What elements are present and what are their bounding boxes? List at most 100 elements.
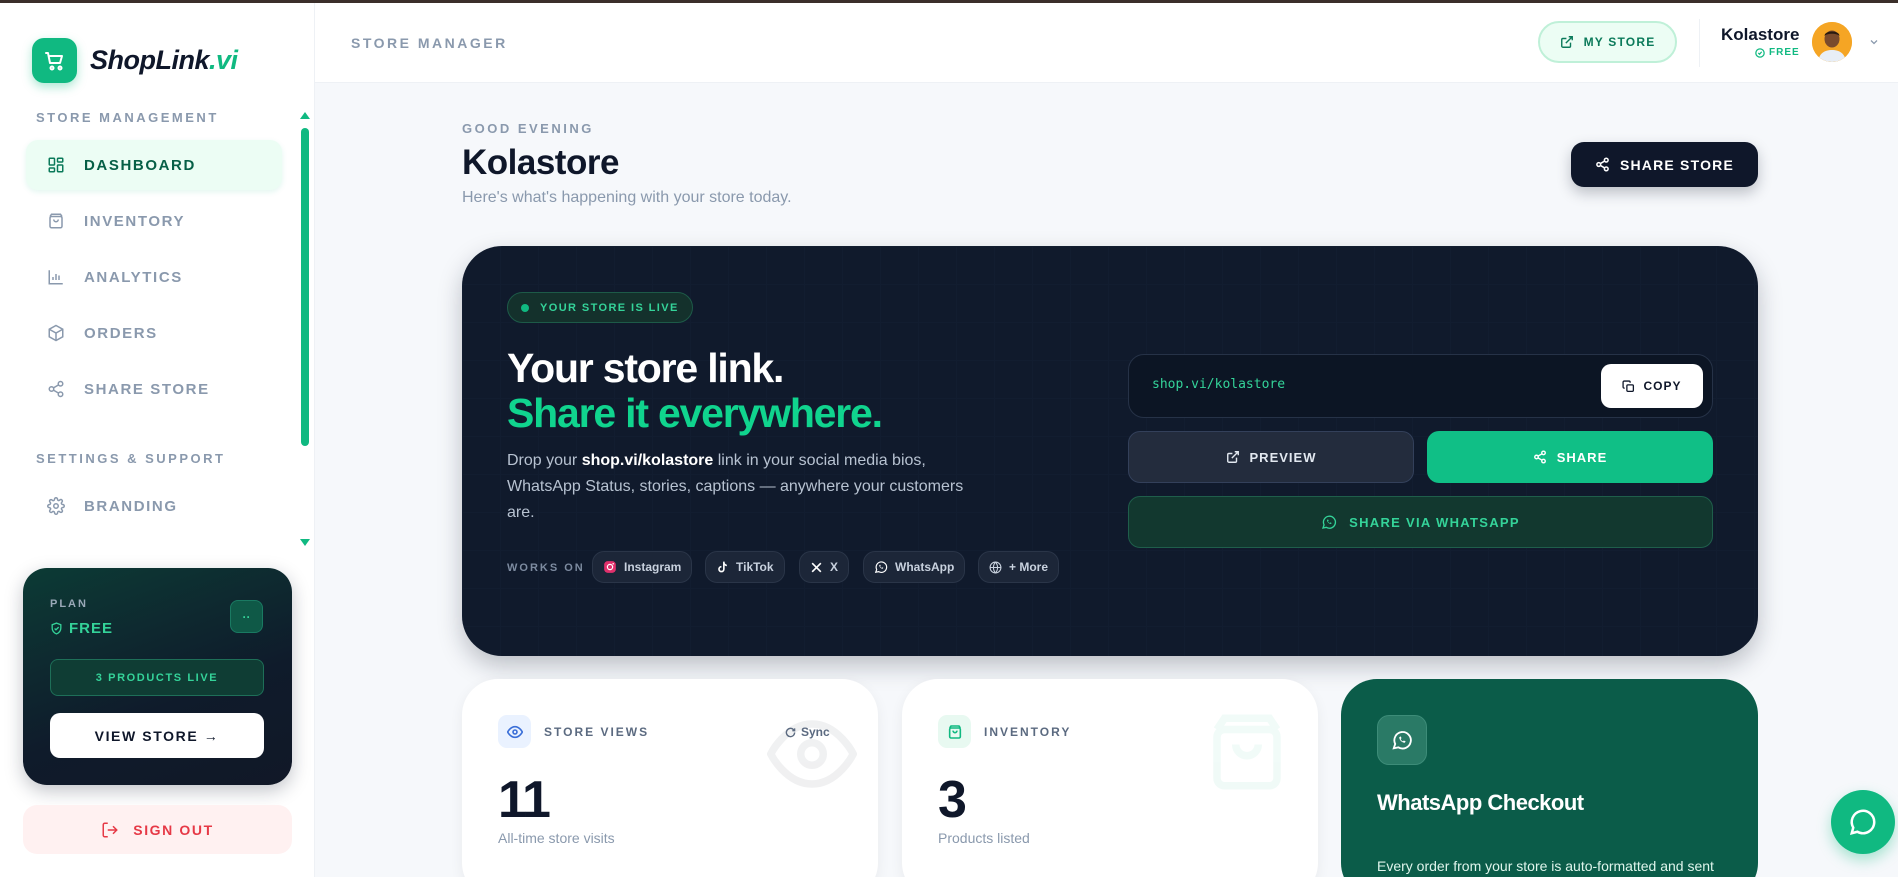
- whatsapp-checkout-card: WhatsApp Checkout Every order from your …: [1341, 679, 1758, 877]
- shield-check-icon: [51, 622, 62, 635]
- whatsapp-icon: [874, 560, 888, 574]
- sidebar-item-label: ANALYTICS: [84, 268, 183, 286]
- stat-caption: Products listed: [938, 830, 1030, 846]
- share-icon: [46, 379, 66, 399]
- preview-button[interactable]: PREVIEW: [1128, 431, 1414, 483]
- store-link-url[interactable]: shop.vi/kolastore: [1152, 377, 1285, 392]
- platform-tiktok: TikTok: [705, 551, 785, 583]
- bag-icon: [46, 211, 66, 231]
- bar-chart-icon: [46, 267, 66, 287]
- logout-icon: [102, 822, 119, 837]
- whatsapp-card-text: Every order from your store is auto-form…: [1377, 858, 1714, 874]
- sidebar-item-orders[interactable]: ORDERS: [26, 308, 282, 358]
- scroll-up-arrow[interactable]: [300, 112, 310, 119]
- sign-out-button[interactable]: SIGN OUT: [23, 805, 292, 854]
- sync-button[interactable]: Sync: [785, 725, 830, 739]
- page-title: Kolastore: [462, 143, 619, 182]
- brand-logo[interactable]: ShopLink.vi: [32, 38, 238, 83]
- greeting: GOOD EVENING: [462, 121, 594, 136]
- avatar[interactable]: [1812, 22, 1852, 62]
- sidebar-scrollbar[interactable]: [301, 128, 309, 446]
- sidebar-item-share-store[interactable]: SHARE STORE: [26, 364, 282, 414]
- user-plan-badge: FREE: [1755, 47, 1800, 58]
- instagram-icon: [603, 560, 617, 574]
- platform-more: + More: [978, 551, 1060, 583]
- sidebar: ShopLink.vi STORE MANAGEMENT DASHBOARD I…: [0, 0, 315, 877]
- box-icon: [46, 323, 66, 343]
- products-live-badge: 3 PRODUCTS LIVE: [50, 659, 264, 696]
- chat-button[interactable]: [1831, 790, 1895, 854]
- sidebar-item-label: INVENTORY: [84, 212, 186, 230]
- stat-label: INVENTORY: [984, 725, 1072, 739]
- sidebar-item-dashboard[interactable]: DASHBOARD: [26, 140, 282, 190]
- stat-card-inventory: INVENTORY 3 Products listed: [902, 679, 1318, 877]
- hero-headline-accent: Share it everywhere.: [507, 390, 883, 436]
- share-button[interactable]: SHARE: [1427, 431, 1713, 483]
- section-label-settings: SETTINGS & SUPPORT: [36, 451, 226, 466]
- stat-value: 11: [498, 771, 551, 829]
- view-store-button[interactable]: VIEW STORE →: [50, 713, 264, 758]
- gear-icon: [46, 496, 66, 516]
- whatsapp-card-title: WhatsApp Checkout: [1377, 790, 1584, 815]
- brand-name: ShopLink.vi: [90, 45, 238, 75]
- plan-card: PLAN FREE ·· 3 PRODUCTS LIVE VIEW STORE …: [23, 568, 292, 785]
- cart-logo-icon: [32, 38, 77, 83]
- chat-bubble-icon: [1849, 809, 1876, 836]
- page-subtitle: Here's what's happening with your store …: [462, 189, 792, 206]
- sidebar-item-label: BRANDING: [84, 497, 178, 515]
- stat-value: 3: [938, 771, 967, 829]
- stat-card-store-views: STORE VIEWS Sync 11 All-time store visit…: [462, 679, 878, 877]
- check-circle-icon: [1755, 47, 1765, 58]
- plan-name: FREE: [50, 620, 113, 637]
- bag-watermark-icon: [1213, 714, 1281, 790]
- hero-description: Drop your shop.vi/kolastore link in your…: [507, 452, 964, 521]
- topbar: STORE MANAGER MY STORE Kolastore FREE: [315, 3, 1898, 83]
- copy-icon: [1622, 379, 1635, 392]
- sidebar-item-label: SHARE STORE: [84, 380, 210, 398]
- sidebar-item-analytics[interactable]: ANALYTICS: [26, 252, 282, 302]
- user-name[interactable]: Kolastore: [1721, 25, 1799, 45]
- globe-icon: [989, 561, 1002, 574]
- chevron-down-icon[interactable]: [1868, 36, 1880, 48]
- external-link-icon: [1560, 36, 1573, 48]
- eye-watermark-icon: [767, 720, 857, 788]
- my-store-button[interactable]: MY STORE: [1538, 21, 1677, 63]
- top-edge-line: [0, 0, 1898, 3]
- sidebar-item-label: ORDERS: [84, 324, 158, 342]
- platform-whatsapp: WhatsApp: [863, 551, 966, 583]
- hero-headline: Your store link.: [507, 345, 784, 391]
- hero-link-text: shop.vi/kolastore: [581, 452, 714, 469]
- sidebar-item-branding[interactable]: BRANDING: [26, 481, 282, 531]
- sidebar-item-inventory[interactable]: INVENTORY: [26, 196, 282, 246]
- store-live-badge: YOUR STORE IS LIVE: [507, 292, 693, 323]
- section-label-store: STORE MANAGEMENT: [36, 110, 219, 125]
- stat-label: STORE VIEWS: [544, 725, 650, 739]
- share-store-button[interactable]: SHARE STORE: [1571, 142, 1758, 187]
- scroll-down-arrow[interactable]: [300, 539, 310, 546]
- copy-link-button[interactable]: COPY: [1601, 364, 1703, 408]
- share-icon: [1533, 450, 1546, 464]
- works-on-label: WORKS ON: [507, 562, 585, 574]
- refresh-icon: [785, 727, 796, 737]
- grid-icon: [46, 155, 66, 175]
- plan-options-button[interactable]: ··: [230, 600, 263, 633]
- external-link-icon: [1226, 451, 1239, 463]
- topbar-divider: [1699, 19, 1700, 67]
- bag-icon: [938, 715, 971, 748]
- share-via-whatsapp-button[interactable]: SHARE VIA WHATSAPP: [1128, 496, 1713, 548]
- whatsapp-icon: [1322, 515, 1337, 529]
- tiktok-icon: [716, 560, 729, 574]
- plan-label: PLAN: [50, 598, 88, 610]
- platform-x: X: [799, 551, 850, 583]
- x-icon: [810, 561, 823, 574]
- sidebar-item-label: DASHBOARD: [84, 156, 196, 174]
- live-dot-icon: [521, 303, 529, 312]
- store-link-hero: YOUR STORE IS LIVE Your store link. Shar…: [462, 246, 1758, 656]
- whatsapp-icon: [1377, 715, 1427, 765]
- eye-icon: [498, 715, 531, 748]
- share-icon: [1596, 157, 1609, 172]
- store-link-box: shop.vi/kolastore COPY: [1128, 354, 1713, 418]
- breadcrumb: STORE MANAGER: [351, 35, 508, 51]
- platform-instagram: Instagram: [592, 551, 693, 583]
- stat-caption: All-time store visits: [498, 830, 615, 846]
